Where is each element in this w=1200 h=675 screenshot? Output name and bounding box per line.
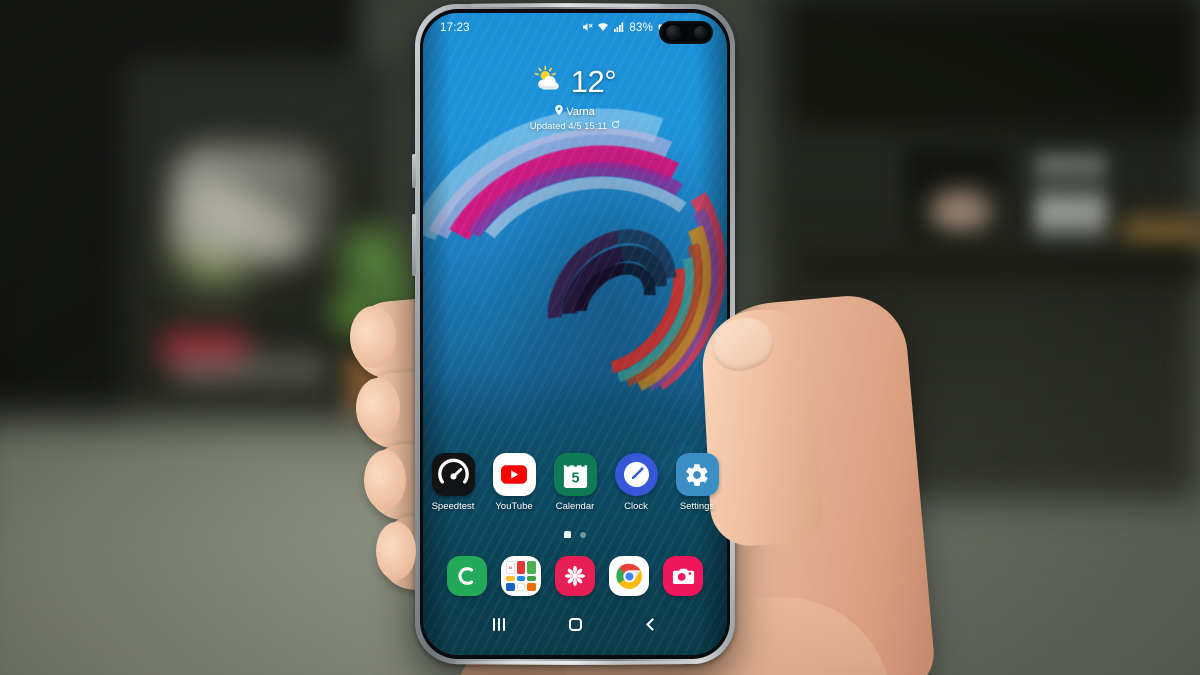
navigation-bar xyxy=(423,607,727,641)
page-indicator[interactable] xyxy=(423,531,727,538)
weather-updated: Updated 4/5 15:11 xyxy=(529,120,608,132)
page-dot-active[interactable] xyxy=(564,531,571,538)
mini-icon-maps xyxy=(516,575,526,582)
battery-percent: 83% xyxy=(629,22,653,34)
mini-icon-photos xyxy=(506,583,515,591)
app-label: Speedtest xyxy=(431,501,475,512)
volume-button[interactable] xyxy=(412,214,416,276)
dock: M xyxy=(423,556,727,596)
app-clock[interactable]: Clock xyxy=(611,453,661,512)
app-label: Calendar xyxy=(555,501,595,512)
home-icon[interactable] xyxy=(561,610,589,638)
smartphone: 17:23 83% 12° Varna Updated 4/5 15:11 Sp… xyxy=(412,3,735,665)
phone-screen[interactable]: 17:23 83% 12° Varna Updated 4/5 15:11 Sp… xyxy=(423,13,727,655)
mini-icon-youtube xyxy=(516,561,526,574)
chrome-icon[interactable] xyxy=(609,556,649,596)
clock-icon xyxy=(614,453,658,496)
weather-updated-row: Updated 4/5 15:11 xyxy=(530,120,620,132)
weather-temperature: 12° xyxy=(570,64,617,99)
status-time: 17:23 xyxy=(440,22,470,34)
fingertip-middle xyxy=(356,378,400,438)
front-camera-cutout xyxy=(659,21,713,44)
weather-location: Varna xyxy=(566,105,595,118)
app-calendar[interactable]: 5 Calendar xyxy=(550,453,600,512)
google-folder-icon[interactable]: M xyxy=(501,556,541,596)
fingertip-index xyxy=(350,306,396,368)
camera-lens-secondary xyxy=(693,26,707,39)
mute-icon xyxy=(581,21,593,36)
page-dot[interactable] xyxy=(580,531,586,538)
location-pin-icon xyxy=(555,105,563,118)
weather-widget[interactable]: 12° Varna Updated 4/5 15:11 xyxy=(423,65,727,132)
refresh-icon[interactable] xyxy=(611,120,620,132)
signal-bars-icon xyxy=(613,21,625,36)
app-label: Clock xyxy=(624,501,648,512)
fingertip-ring xyxy=(364,450,406,510)
mini-icon-search xyxy=(516,583,526,591)
mini-icon-gmail: M xyxy=(506,561,515,574)
earpiece-slit xyxy=(471,3,661,7)
wifi-icon xyxy=(597,21,609,36)
app-speedtest[interactable]: Speedtest xyxy=(428,453,478,512)
fingertip-pinky xyxy=(376,522,416,580)
app-grid: Speedtest YouTube 5 Calendar Clock Setti… xyxy=(423,453,727,512)
bixby-button[interactable] xyxy=(412,154,416,188)
back-icon[interactable] xyxy=(637,610,665,638)
mini-icon-play xyxy=(527,575,536,582)
camera-icon[interactable] xyxy=(663,556,703,596)
mini-icon-keep xyxy=(506,575,515,582)
bottom-frame-highlight xyxy=(455,661,685,665)
mini-icon-docs xyxy=(527,583,536,591)
app-youtube[interactable]: YouTube xyxy=(489,453,539,512)
sun-behind-cloud-icon xyxy=(534,65,564,98)
speedtest-icon xyxy=(431,453,475,496)
phone-bezel: 17:23 83% 12° Varna Updated 4/5 15:11 Sp… xyxy=(420,9,730,659)
settings-gear-icon xyxy=(675,453,719,496)
weather-location-row: Varna xyxy=(555,105,595,118)
gallery-flower-icon[interactable] xyxy=(555,556,595,596)
calendar-day: 5 xyxy=(571,471,579,487)
app-settings[interactable]: Settings xyxy=(672,453,722,512)
calendar-icon: 5 xyxy=(553,453,597,496)
youtube-icon xyxy=(492,453,536,496)
app-label: YouTube xyxy=(495,501,533,512)
app-label: Settings xyxy=(679,501,715,512)
weather-main: 12° xyxy=(534,64,617,99)
mini-icon-drive xyxy=(527,561,536,574)
recents-icon[interactable] xyxy=(485,610,513,638)
camera-lens-main xyxy=(665,25,681,40)
phone-icon[interactable] xyxy=(447,556,487,596)
